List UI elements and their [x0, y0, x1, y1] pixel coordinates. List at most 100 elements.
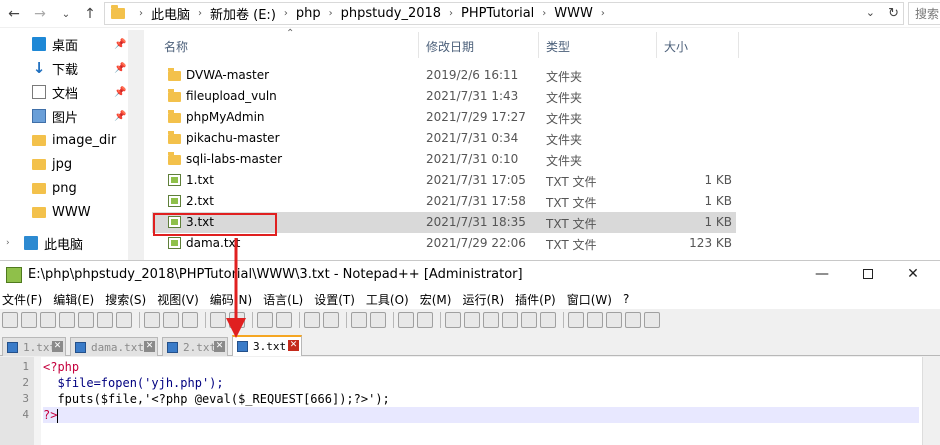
sidebar-item-image-dir[interactable]: image_dir	[0, 128, 128, 152]
chevron-right-icon[interactable]: ›	[329, 8, 333, 19]
title-bar[interactable]: E:\php\phpstudy_2018\PHPTutorial\WWW\3.t…	[0, 261, 940, 289]
print-icon[interactable]	[116, 312, 132, 328]
menu-run[interactable]: 运行(R)	[462, 291, 504, 308]
close-icon[interactable]: ✕	[144, 341, 155, 352]
word-wrap-icon[interactable]	[398, 312, 414, 328]
recent-locations-icon[interactable]: ⌄	[56, 4, 76, 24]
menu-encoding[interactable]: 编码(N)	[210, 291, 252, 308]
text-editor[interactable]: 1 2 3 4 <?php $file=fopen('yjh.php'); fp…	[0, 357, 940, 445]
sync-vertical-icon[interactable]	[351, 312, 367, 328]
navigation-scrollbar[interactable]	[128, 30, 144, 262]
menu-help[interactable]: ?	[623, 292, 629, 306]
vertical-scrollbar[interactable]	[922, 357, 940, 445]
close-icon[interactable]: ✕	[214, 341, 225, 352]
menu-view[interactable]: 视图(V)	[157, 291, 199, 308]
close-all-icon[interactable]	[97, 312, 113, 328]
menu-settings[interactable]: 设置(T)	[314, 291, 355, 308]
replace-icon[interactable]	[276, 312, 292, 328]
menu-language[interactable]: 语言(L)	[263, 291, 303, 308]
menu-plugins[interactable]: 插件(P)	[515, 291, 556, 308]
new-file-icon[interactable]	[2, 312, 18, 328]
column-divider[interactable]	[738, 32, 739, 58]
column-divider[interactable]	[538, 32, 539, 58]
file-row[interactable]: 1.txt 2021/7/31 17:05 TXT 文件 1 KB	[152, 170, 736, 191]
fold-margin[interactable]	[34, 357, 41, 445]
menu-macro[interactable]: 宏(M)	[420, 291, 452, 308]
paste-icon[interactable]	[182, 312, 198, 328]
function-list-icon[interactable]	[502, 312, 518, 328]
file-row[interactable]: phpMyAdmin 2021/7/29 17:27 文件夹	[152, 107, 736, 128]
tab-dama-txt[interactable]: dama.txt ✕	[70, 337, 158, 356]
close-icon[interactable]: ✕	[288, 340, 299, 351]
tab-3-txt[interactable]: 3.txt ✕	[232, 335, 302, 356]
tab-2-txt[interactable]: 2.txt ✕	[162, 337, 228, 356]
close-file-icon[interactable]	[78, 312, 94, 328]
column-divider[interactable]	[418, 32, 419, 58]
undo-icon[interactable]	[210, 312, 226, 328]
sidebar-item-desktop[interactable]: 桌面 📌	[0, 32, 128, 56]
chevron-right-icon[interactable]: ›	[6, 238, 10, 248]
minimize-button[interactable]: —	[812, 265, 832, 283]
redo-icon[interactable]	[229, 312, 245, 328]
close-button[interactable]: ✕	[903, 265, 923, 283]
search-input[interactable]: 搜索	[908, 2, 940, 25]
show-all-characters-icon[interactable]	[417, 312, 433, 328]
sidebar-item-this-pc[interactable]: › 此电脑	[0, 231, 128, 255]
copy-icon[interactable]	[163, 312, 179, 328]
sidebar-item-jpg[interactable]: jpg	[0, 152, 128, 176]
column-divider[interactable]	[656, 32, 657, 58]
chevron-right-icon[interactable]: ›	[198, 8, 202, 19]
maximize-button[interactable]	[858, 265, 878, 283]
open-file-icon[interactable]	[21, 312, 37, 328]
breadcrumb-item[interactable]: phpstudy_2018	[341, 6, 441, 21]
menu-search[interactable]: 搜索(S)	[105, 291, 146, 308]
file-row[interactable]: sqli-labs-master 2021/7/31 0:10 文件夹	[152, 149, 736, 170]
menu-window[interactable]: 窗口(W)	[567, 291, 612, 308]
file-row[interactable]: dama.txt 2021/7/29 22:06 TXT 文件 123 KB	[152, 233, 736, 254]
breadcrumb-item[interactable]: 新加卷 (E:)	[210, 4, 276, 23]
cut-icon[interactable]	[144, 312, 160, 328]
menu-tools[interactable]: 工具(O)	[366, 291, 409, 308]
column-header-date[interactable]: 修改日期	[426, 38, 474, 55]
document-map-icon[interactable]	[483, 312, 499, 328]
column-header-type[interactable]: 类型	[546, 38, 570, 55]
indent-guide-icon[interactable]	[445, 312, 461, 328]
stop-recording-icon[interactable]	[587, 312, 603, 328]
zoom-out-icon[interactable]	[323, 312, 339, 328]
close-icon[interactable]: ✕	[52, 341, 63, 352]
file-row[interactable]: fileupload_vuln 2021/7/31 1:43 文件夹	[152, 86, 736, 107]
column-header-name[interactable]: 名称	[164, 38, 188, 55]
forward-icon[interactable]: →	[30, 4, 50, 24]
file-row[interactable]: pikachu-master 2021/7/31 0:34 文件夹	[152, 128, 736, 149]
find-icon[interactable]	[257, 312, 273, 328]
file-row[interactable]: 2.txt 2021/7/31 17:58 TXT 文件 1 KB	[152, 191, 736, 212]
sidebar-item-downloads[interactable]: ↓ 下载 📌	[0, 56, 128, 80]
folder-as-workspace-icon[interactable]	[521, 312, 537, 328]
up-icon[interactable]: ↑	[80, 4, 100, 24]
address-bar[interactable]: › 此电脑 › 新加卷 (E:) › php › phpstudy_2018 › PHPT…	[104, 2, 904, 25]
breadcrumb-item[interactable]: 此电脑	[151, 4, 190, 23]
chevron-right-icon[interactable]: ›	[601, 8, 605, 19]
chevron-right-icon[interactable]: ›	[542, 8, 546, 19]
monitoring-icon[interactable]	[540, 312, 556, 328]
refresh-icon[interactable]: ↻	[888, 6, 899, 21]
tab-1-txt[interactable]: 1.txt ✕	[2, 337, 66, 356]
chevron-right-icon[interactable]: ›	[449, 8, 453, 19]
record-macro-icon[interactable]	[568, 312, 584, 328]
chevron-right-icon[interactable]: ›	[139, 8, 143, 19]
sync-horizontal-icon[interactable]	[370, 312, 386, 328]
back-icon[interactable]: ←	[4, 4, 24, 24]
save-macro-icon[interactable]	[644, 312, 660, 328]
sidebar-item-documents[interactable]: 文档 📌	[0, 80, 128, 104]
menu-edit[interactable]: 编辑(E)	[53, 291, 94, 308]
language-define-icon[interactable]	[464, 312, 480, 328]
run-macro-multiple-icon[interactable]	[625, 312, 641, 328]
play-macro-icon[interactable]	[606, 312, 622, 328]
chevron-right-icon[interactable]: ›	[284, 8, 288, 19]
sidebar-item-pictures[interactable]: 图片 📌	[0, 104, 128, 128]
breadcrumb-item[interactable]: WWW	[554, 6, 593, 21]
column-header-size[interactable]: 大小	[664, 38, 688, 55]
save-all-icon[interactable]	[59, 312, 75, 328]
sidebar-item-png[interactable]: png	[0, 176, 128, 200]
chevron-down-icon[interactable]: ⌄	[866, 6, 875, 19]
